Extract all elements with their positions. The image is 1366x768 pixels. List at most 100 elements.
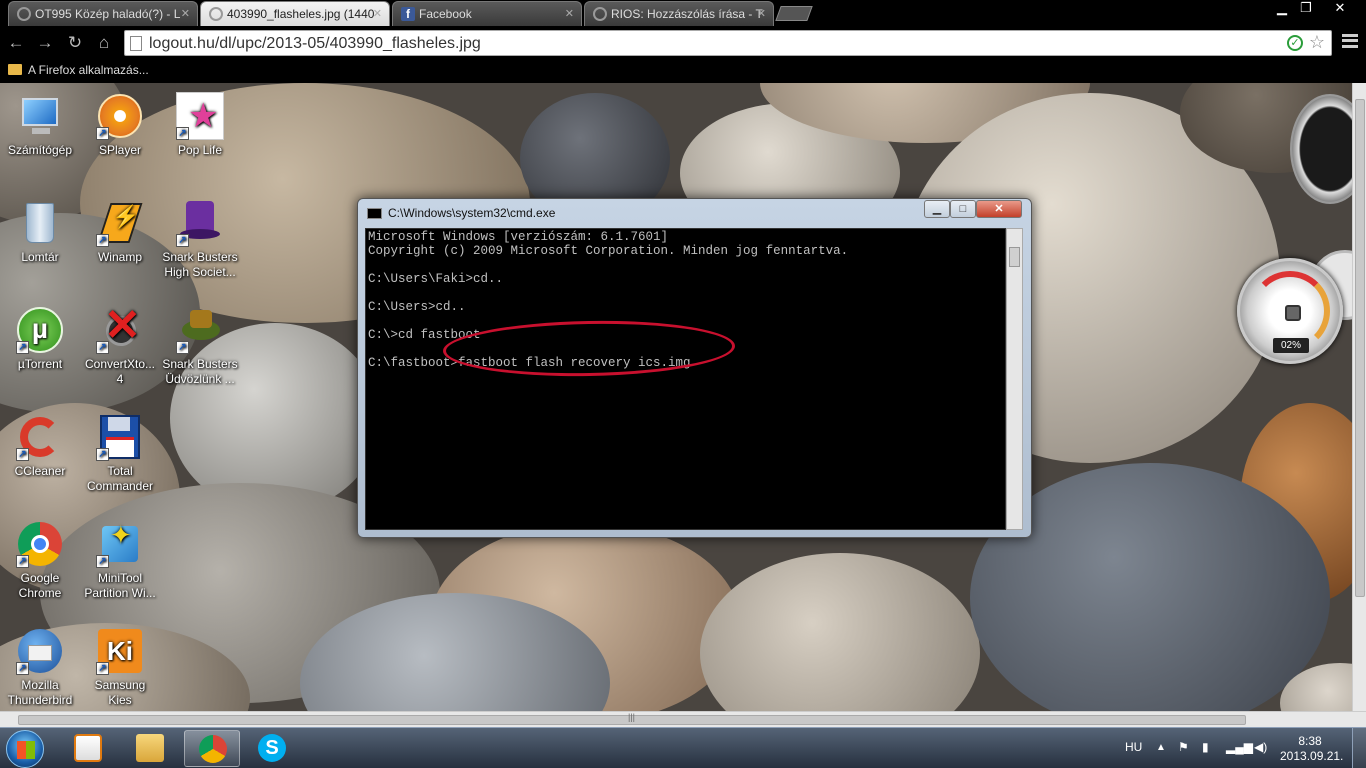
system-clock[interactable]: 8:38 2013.09.21.	[1280, 734, 1344, 764]
cpu-meter-gadget[interactable]: 02%	[1237, 258, 1343, 364]
snark-busters-icon: ↗	[176, 199, 224, 247]
shortcut-arrow-icon: ↗	[176, 127, 189, 140]
tab-rios[interactable]: RIOS: Hozzászólás írása - T ✕	[584, 1, 774, 26]
clock-date: 2013.09.21.	[1280, 749, 1344, 763]
desktop-icon-snark-busters-2[interactable]: ↗ Snark Busters Üdvözlünk ...	[162, 306, 238, 387]
power-icon[interactable]: ▮	[1202, 740, 1209, 754]
computer-icon	[16, 92, 64, 140]
chrome-icon: ↗	[16, 520, 64, 568]
icon-label: µTorrent	[17, 357, 63, 371]
bookmark-star-icon[interactable]: ☆	[1309, 32, 1325, 53]
meter-hub	[1285, 305, 1301, 321]
action-center-flag-icon[interactable]: ⚑	[1178, 740, 1189, 754]
winamp-icon: ⚡ ↗	[96, 199, 144, 247]
desktop-icon-convertxto[interactable]: ✕ ↗ ConvertXto... 4	[82, 301, 158, 387]
reload-icon[interactable]: ↻	[64, 32, 86, 54]
tab-flasheles[interactable]: 403990_flasheles.jpg (1440 ✕	[200, 1, 390, 26]
start-button[interactable]	[6, 730, 44, 768]
icon-label: Számítógép	[7, 143, 73, 157]
show-desktop-button[interactable]	[1352, 728, 1366, 768]
cmd-console[interactable]: Microsoft Windows [verziószám: 6.1.7601]…	[365, 228, 1006, 530]
desktop-icon-thunderbird[interactable]: ↗ Mozilla Thunderbird	[2, 627, 78, 708]
menu-icon[interactable]	[1342, 34, 1358, 48]
forward-arrow-icon[interactable]: →	[34, 32, 56, 54]
desktop-icon-total-commander[interactable]: ↗ Total Commander	[82, 413, 158, 494]
console-line: C:\Users\Faki>cd..	[368, 272, 504, 286]
loading-icon	[17, 7, 31, 21]
minimize-icon[interactable]: ▁	[1270, 0, 1294, 20]
tab-facebook[interactable]: f Facebook ✕	[392, 1, 582, 26]
desktop-icon-ccleaner[interactable]: ↗ CCleaner	[2, 413, 78, 479]
samsung-kies-icon: Ki ↗	[96, 627, 144, 675]
cmd-minimize-button[interactable]: ▁	[924, 200, 950, 218]
minitool-icon: ✦ ↗	[96, 520, 144, 568]
cmd-window[interactable]: C:\Windows\system32\cmd.exe ▁ □ ✕ Micros…	[357, 198, 1032, 538]
console-line: C:\Users>cd..	[368, 300, 466, 314]
cmd-close-button[interactable]: ✕	[976, 200, 1022, 218]
show-hidden-icons[interactable]: ▲	[1156, 742, 1166, 753]
horizontal-scrollbar[interactable]: |||	[0, 711, 1366, 727]
icon-label: CCleaner	[14, 464, 66, 478]
vertical-scrollbar[interactable]	[1352, 83, 1366, 711]
vertical-scroll-thumb[interactable]	[1355, 99, 1365, 597]
desktop-icon-utorrent[interactable]: µ ↗ µTorrent	[2, 306, 78, 372]
loading-icon	[209, 7, 223, 21]
desktop-icon-minitool[interactable]: ✦ ↗ MiniTool Partition Wi...	[82, 520, 158, 601]
cmd-scrollbar[interactable]	[1006, 228, 1023, 530]
skype-icon: S	[258, 734, 286, 762]
cmd-maximize-button[interactable]: □	[950, 200, 976, 218]
close-tab-icon[interactable]: ✕	[757, 7, 766, 20]
desktop-icon-snark-busters[interactable]: ↗ Snark Busters High Societ...	[162, 199, 238, 280]
shortcut-arrow-icon: ↗	[16, 555, 29, 568]
cmd-scroll-thumb[interactable]	[1009, 247, 1020, 267]
folder-icon	[8, 64, 22, 75]
explorer-icon	[136, 734, 164, 762]
restore-icon[interactable]: ❐	[1294, 0, 1318, 20]
desktop-icon-chrome[interactable]: ↗ Google Chrome	[2, 520, 78, 601]
desktop-icon-computer[interactable]: Számítógép	[2, 92, 78, 158]
desktop-icon-splayer[interactable]: ↗ SPlayer	[82, 92, 158, 158]
language-indicator[interactable]: HU	[1125, 740, 1142, 754]
back-arrow-icon[interactable]: ←	[5, 32, 27, 54]
network-signal-icon[interactable]: ▂▄▆	[1226, 740, 1253, 754]
desktop-icon-winamp[interactable]: ⚡ ↗ Winamp	[82, 199, 158, 265]
bookmark-folder[interactable]: A Firefox alkalmazás...	[28, 63, 149, 77]
facebook-icon: f	[401, 7, 415, 21]
desktop-icon-samsung-kies[interactable]: Ki ↗ Samsung Kies	[82, 627, 158, 708]
volume-icon[interactable]: ◀)	[1254, 740, 1267, 754]
close-tab-icon[interactable]: ✕	[565, 7, 574, 20]
console-line	[366, 257, 1005, 271]
ccleaner-icon: ↗	[16, 413, 64, 461]
taskbar-chrome[interactable]	[184, 730, 240, 767]
tab-label: Facebook	[419, 7, 472, 21]
desktop-icon-recycle-bin[interactable]: Lomtár	[2, 199, 78, 265]
screen: OT995 Közép haladó(?) - L ✕ 403990_flash…	[0, 0, 1366, 768]
console-line	[366, 313, 1005, 327]
pop-life-icon: ★ ↗	[176, 92, 224, 140]
bookmarks-bar: A Firefox alkalmazás...	[0, 59, 1366, 83]
loading-icon	[593, 7, 607, 21]
scroll-grip-icon: |||	[628, 712, 636, 722]
taskbar-explorer[interactable]	[122, 730, 178, 767]
shortcut-arrow-icon: ↗	[16, 341, 29, 354]
taskbar-skype[interactable]: S	[244, 730, 300, 767]
shortcut-arrow-icon: ↗	[96, 555, 109, 568]
check-icon[interactable]: ✓	[1287, 35, 1303, 51]
tab-ot995[interactable]: OT995 Közép haladó(?) - L ✕	[8, 1, 198, 26]
icon-label: Lomtár	[21, 250, 59, 264]
home-icon[interactable]: ⌂	[93, 32, 115, 54]
clock-time: 8:38	[1298, 734, 1322, 748]
taskbar: S HU ▲ ⚑ ▮ ▂▄▆ ◀) 8:38 2013.09.21.	[0, 727, 1366, 768]
shortcut-arrow-icon: ↗	[96, 127, 109, 140]
recycle-bin-icon	[16, 199, 64, 247]
url-text[interactable]: logout.hu/dl/upc/2013-05/403990_flashele…	[149, 35, 481, 53]
address-bar[interactable]: logout.hu/dl/upc/2013-05/403990_flashele…	[124, 30, 1332, 56]
desktop-icon-pop-life[interactable]: ★ ↗ Pop Life	[162, 92, 238, 158]
chrome-icon	[199, 735, 227, 763]
close-tab-icon[interactable]: ✕	[181, 7, 190, 20]
close-window-icon[interactable]: ✕	[1326, 0, 1354, 20]
browser-tab-strip: OT995 Közép haladó(?) - L ✕ 403990_flash…	[0, 0, 1366, 26]
taskbar-media-player[interactable]	[60, 730, 116, 767]
close-tab-icon[interactable]: ✕	[373, 7, 382, 20]
new-tab-button[interactable]	[775, 6, 813, 21]
